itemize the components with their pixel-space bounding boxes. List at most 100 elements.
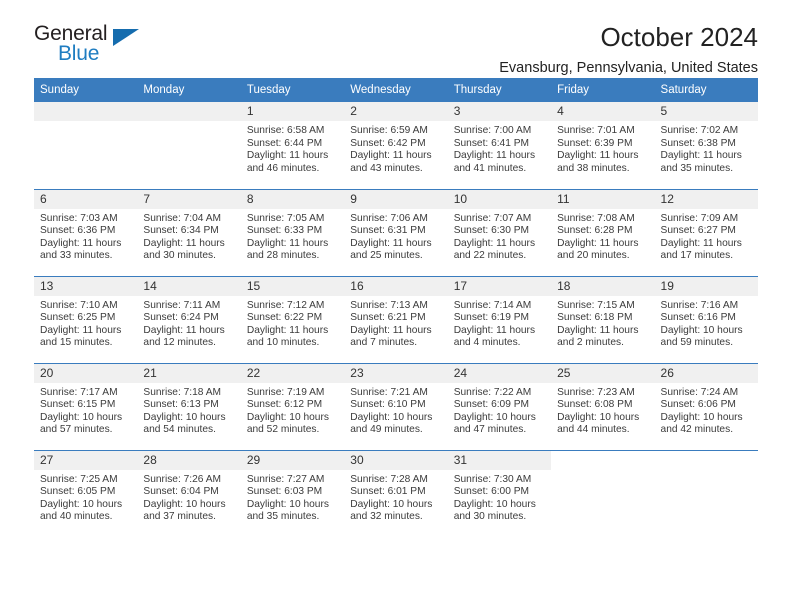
- daylight-duration-line2: and 32 minutes.: [350, 511, 423, 523]
- logo-word-blue: Blue: [58, 42, 100, 65]
- sunset-time: Sunset: 6:39 PM: [557, 137, 633, 149]
- calendar-day-cell[interactable]: 5 Sunrise: 7:02 AM Sunset: 6:38 PM Daylight…: [654, 102, 758, 189]
- day-number: 22: [240, 363, 345, 383]
- day-number: 27: [34, 450, 138, 470]
- sunset-time: Sunset: 6:15 PM: [40, 399, 116, 411]
- daylight-duration-line2: and 35 minutes.: [246, 511, 320, 523]
- day-details: Sunrise: 7:13 AM Sunset: 6:21 PM Daylight:…: [344, 296, 447, 350]
- calendar-day-cell[interactable]: 14 Sunrise: 7:11 AM Sunset: 6:24 PM Dayligh…: [137, 275, 241, 363]
- day-number: 10: [447, 189, 552, 209]
- day-details: Sunrise: 7:02 AM Sunset: 6:38 PM Daylight:…: [655, 121, 758, 175]
- sunset-time: Sunset: 6:42 PM: [350, 137, 426, 149]
- calendar-day-cell[interactable]: 2 Sunrise: 6:59 AM Sunset: 6:42 PM Daylight…: [344, 102, 448, 189]
- day-number: 31: [447, 450, 552, 470]
- daylight-duration-line2: and 12 minutes.: [143, 337, 216, 349]
- sunset-time: Sunset: 6:24 PM: [143, 312, 219, 324]
- day-details: Sunrise: 7:06 AM Sunset: 6:31 PM Daylight:…: [344, 209, 447, 263]
- daylight-duration-line2: and 43 minutes.: [350, 162, 423, 174]
- calendar-day-cell[interactable]: 9 Sunrise: 7:06 AM Sunset: 6:31 PM Daylight…: [344, 188, 448, 276]
- calendar-day-cell[interactable]: 15 Sunrise: 7:12 AM Sunset: 6:22 PM Dayligh…: [240, 275, 345, 363]
- calendar-week-row: 27 Sunrise: 7:25 AM Sunset: 6:05 PM Dayligh…: [34, 449, 758, 537]
- day-details: Sunrise: 7:03 AM Sunset: 6:36 PM Daylight:…: [34, 209, 137, 263]
- calendar-day-cell[interactable]: 4 Sunrise: 7:01 AM Sunset: 6:39 PM Daylight…: [551, 102, 655, 189]
- day-number: 28: [137, 450, 241, 470]
- calendar-day-cell[interactable]: 7 Sunrise: 7:04 AM Sunset: 6:34 PM Daylight…: [137, 188, 241, 276]
- day-number: 29: [240, 450, 345, 470]
- sunset-time: Sunset: 6:34 PM: [143, 225, 219, 237]
- sunrise-time: Sunrise: 7:21 AM: [350, 386, 428, 398]
- weekday-header-friday: Friday: [551, 78, 655, 102]
- calendar-day-cell[interactable]: 24 Sunrise: 7:22 AM Sunset: 6:09 PM Dayligh…: [447, 362, 552, 450]
- daylight-duration-line2: and 4 minutes.: [453, 337, 521, 349]
- calendar-day-cell[interactable]: 22 Sunrise: 7:19 AM Sunset: 6:12 PM Dayligh…: [240, 362, 345, 450]
- sunrise-time: Sunrise: 7:13 AM: [350, 299, 428, 311]
- daylight-duration-line1: Daylight: 10 hours: [246, 498, 329, 510]
- calendar-day-cell[interactable]: 11 Sunrise: 7:08 AM Sunset: 6:28 PM Dayligh…: [551, 188, 655, 276]
- sunset-time: Sunset: 6:30 PM: [453, 225, 530, 237]
- weekday-header-thursday: Thursday: [447, 78, 552, 102]
- daylight-duration-line2: and 38 minutes.: [557, 162, 630, 174]
- sunset-time: Sunset: 6:00 PM: [453, 486, 530, 498]
- calendar-day-cell[interactable]: 18 Sunrise: 7:15 AM Sunset: 6:18 PM Dayligh…: [551, 275, 655, 363]
- daylight-duration-line1: Daylight: 10 hours: [660, 324, 743, 336]
- sunrise-time: Sunrise: 7:12 AM: [246, 299, 325, 311]
- calendar-day-cell[interactable]: 21 Sunrise: 7:18 AM Sunset: 6:13 PM Dayligh…: [137, 362, 241, 450]
- calendar-day-cell[interactable]: 27 Sunrise: 7:25 AM Sunset: 6:05 PM Dayligh…: [34, 449, 138, 537]
- daylight-duration-line1: Daylight: 10 hours: [143, 411, 226, 423]
- sunrise-time: Sunrise: 7:04 AM: [143, 212, 222, 224]
- sunrise-time: Sunrise: 7:17 AM: [40, 386, 118, 398]
- day-details: Sunrise: 7:14 AM Sunset: 6:19 PM Daylight:…: [448, 296, 551, 350]
- calendar-day-cell[interactable]: 30 Sunrise: 7:28 AM Sunset: 6:01 PM Dayligh…: [344, 449, 448, 537]
- daylight-duration-line1: Daylight: 11 hours: [350, 237, 432, 249]
- calendar-day-cell[interactable]: 13 Sunrise: 7:10 AM Sunset: 6:25 PM Dayligh…: [34, 275, 138, 363]
- calendar-day-cell-empty: [137, 102, 241, 189]
- general-blue-logo[interactable]: General Blue: [34, 22, 144, 68]
- calendar-day-cell[interactable]: 28 Sunrise: 7:26 AM Sunset: 6:04 PM Dayligh…: [137, 449, 241, 537]
- calendar-day-cell[interactable]: 20 Sunrise: 7:17 AM Sunset: 6:15 PM Dayligh…: [34, 362, 138, 450]
- calendar-day-cell[interactable]: 1 Sunrise: 6:58 AM Sunset: 6:44 PM Daylight…: [240, 102, 345, 189]
- day-number: 4: [551, 102, 655, 121]
- sunset-time: Sunset: 6:04 PM: [143, 486, 219, 498]
- sunrise-time: Sunrise: 7:23 AM: [557, 386, 635, 398]
- page-title: October 2024: [600, 22, 758, 52]
- day-number: 1: [240, 102, 345, 121]
- day-number: 21: [137, 363, 241, 383]
- calendar-day-cell[interactable]: 12 Sunrise: 7:09 AM Sunset: 6:27 PM Dayligh…: [654, 188, 758, 276]
- daylight-duration-line1: Daylight: 10 hours: [660, 411, 743, 423]
- daylight-duration-line1: Daylight: 11 hours: [660, 150, 742, 162]
- calendar-day-cell[interactable]: 31 Sunrise: 7:30 AM Sunset: 6:00 PM Dayligh…: [447, 449, 552, 537]
- calendar-day-cell[interactable]: 3 Sunrise: 7:00 AM Sunset: 6:41 PM Daylight…: [447, 102, 552, 189]
- weekday-header-sunday: Sunday: [34, 78, 138, 102]
- day-number: 5: [654, 102, 758, 121]
- day-number: 17: [447, 276, 552, 296]
- sunrise-time: Sunrise: 7:10 AM: [40, 299, 118, 311]
- calendar-day-cell[interactable]: 17 Sunrise: 7:14 AM Sunset: 6:19 PM Dayligh…: [447, 275, 552, 363]
- day-details: Sunrise: 7:11 AM Sunset: 6:24 PM Daylight:…: [137, 296, 240, 350]
- day-number: 3: [447, 102, 552, 121]
- daylight-duration-line1: Daylight: 10 hours: [453, 411, 536, 423]
- sunrise-time: Sunrise: 7:09 AM: [660, 212, 739, 224]
- day-details: Sunrise: 7:08 AM Sunset: 6:28 PM Daylight:…: [551, 209, 654, 263]
- calendar-day-cell[interactable]: 29 Sunrise: 7:27 AM Sunset: 6:03 PM Dayligh…: [240, 449, 345, 537]
- daylight-duration-line1: Daylight: 10 hours: [40, 411, 123, 423]
- calendar-day-cell[interactable]: 16 Sunrise: 7:13 AM Sunset: 6:21 PM Dayligh…: [344, 275, 448, 363]
- day-details: Sunrise: 7:00 AM Sunset: 6:41 PM Daylight:…: [448, 121, 551, 175]
- calendar-day-cell[interactable]: 23 Sunrise: 7:21 AM Sunset: 6:10 PM Dayligh…: [344, 362, 448, 450]
- calendar-day-cell[interactable]: 19 Sunrise: 7:16 AM Sunset: 6:16 PM Dayligh…: [654, 275, 758, 363]
- sunrise-time: Sunrise: 7:06 AM: [350, 212, 428, 224]
- calendar-day-cell[interactable]: 10 Sunrise: 7:07 AM Sunset: 6:30 PM Dayligh…: [447, 188, 552, 276]
- calendar-day-cell[interactable]: 8 Sunrise: 7:05 AM Sunset: 6:33 PM Daylight…: [240, 188, 345, 276]
- calendar-day-cell[interactable]: 26 Sunrise: 7:24 AM Sunset: 6:06 PM Dayligh…: [654, 362, 758, 450]
- day-details: Sunrise: 7:23 AM Sunset: 6:08 PM Daylight:…: [551, 383, 654, 437]
- calendar-day-cell[interactable]: 25 Sunrise: 7:23 AM Sunset: 6:08 PM Dayligh…: [551, 362, 655, 450]
- calendar-week-row: 20 Sunrise: 7:17 AM Sunset: 6:15 PM Dayligh…: [34, 362, 758, 450]
- day-number: 11: [551, 189, 655, 209]
- day-details: Sunrise: 7:15 AM Sunset: 6:18 PM Daylight:…: [551, 296, 654, 350]
- daylight-duration-line2: and 59 minutes.: [660, 337, 734, 349]
- day-details: Sunrise: 7:10 AM Sunset: 6:25 PM Daylight:…: [34, 296, 137, 350]
- sunrise-time: Sunrise: 7:08 AM: [557, 212, 635, 224]
- daylight-duration-line1: Daylight: 10 hours: [453, 498, 536, 510]
- day-details: Sunrise: 7:04 AM Sunset: 6:34 PM Daylight:…: [137, 209, 240, 263]
- calendar-day-cell[interactable]: 6 Sunrise: 7:03 AM Sunset: 6:36 PM Daylight…: [34, 188, 138, 276]
- daylight-duration-line2: and 25 minutes.: [350, 250, 423, 262]
